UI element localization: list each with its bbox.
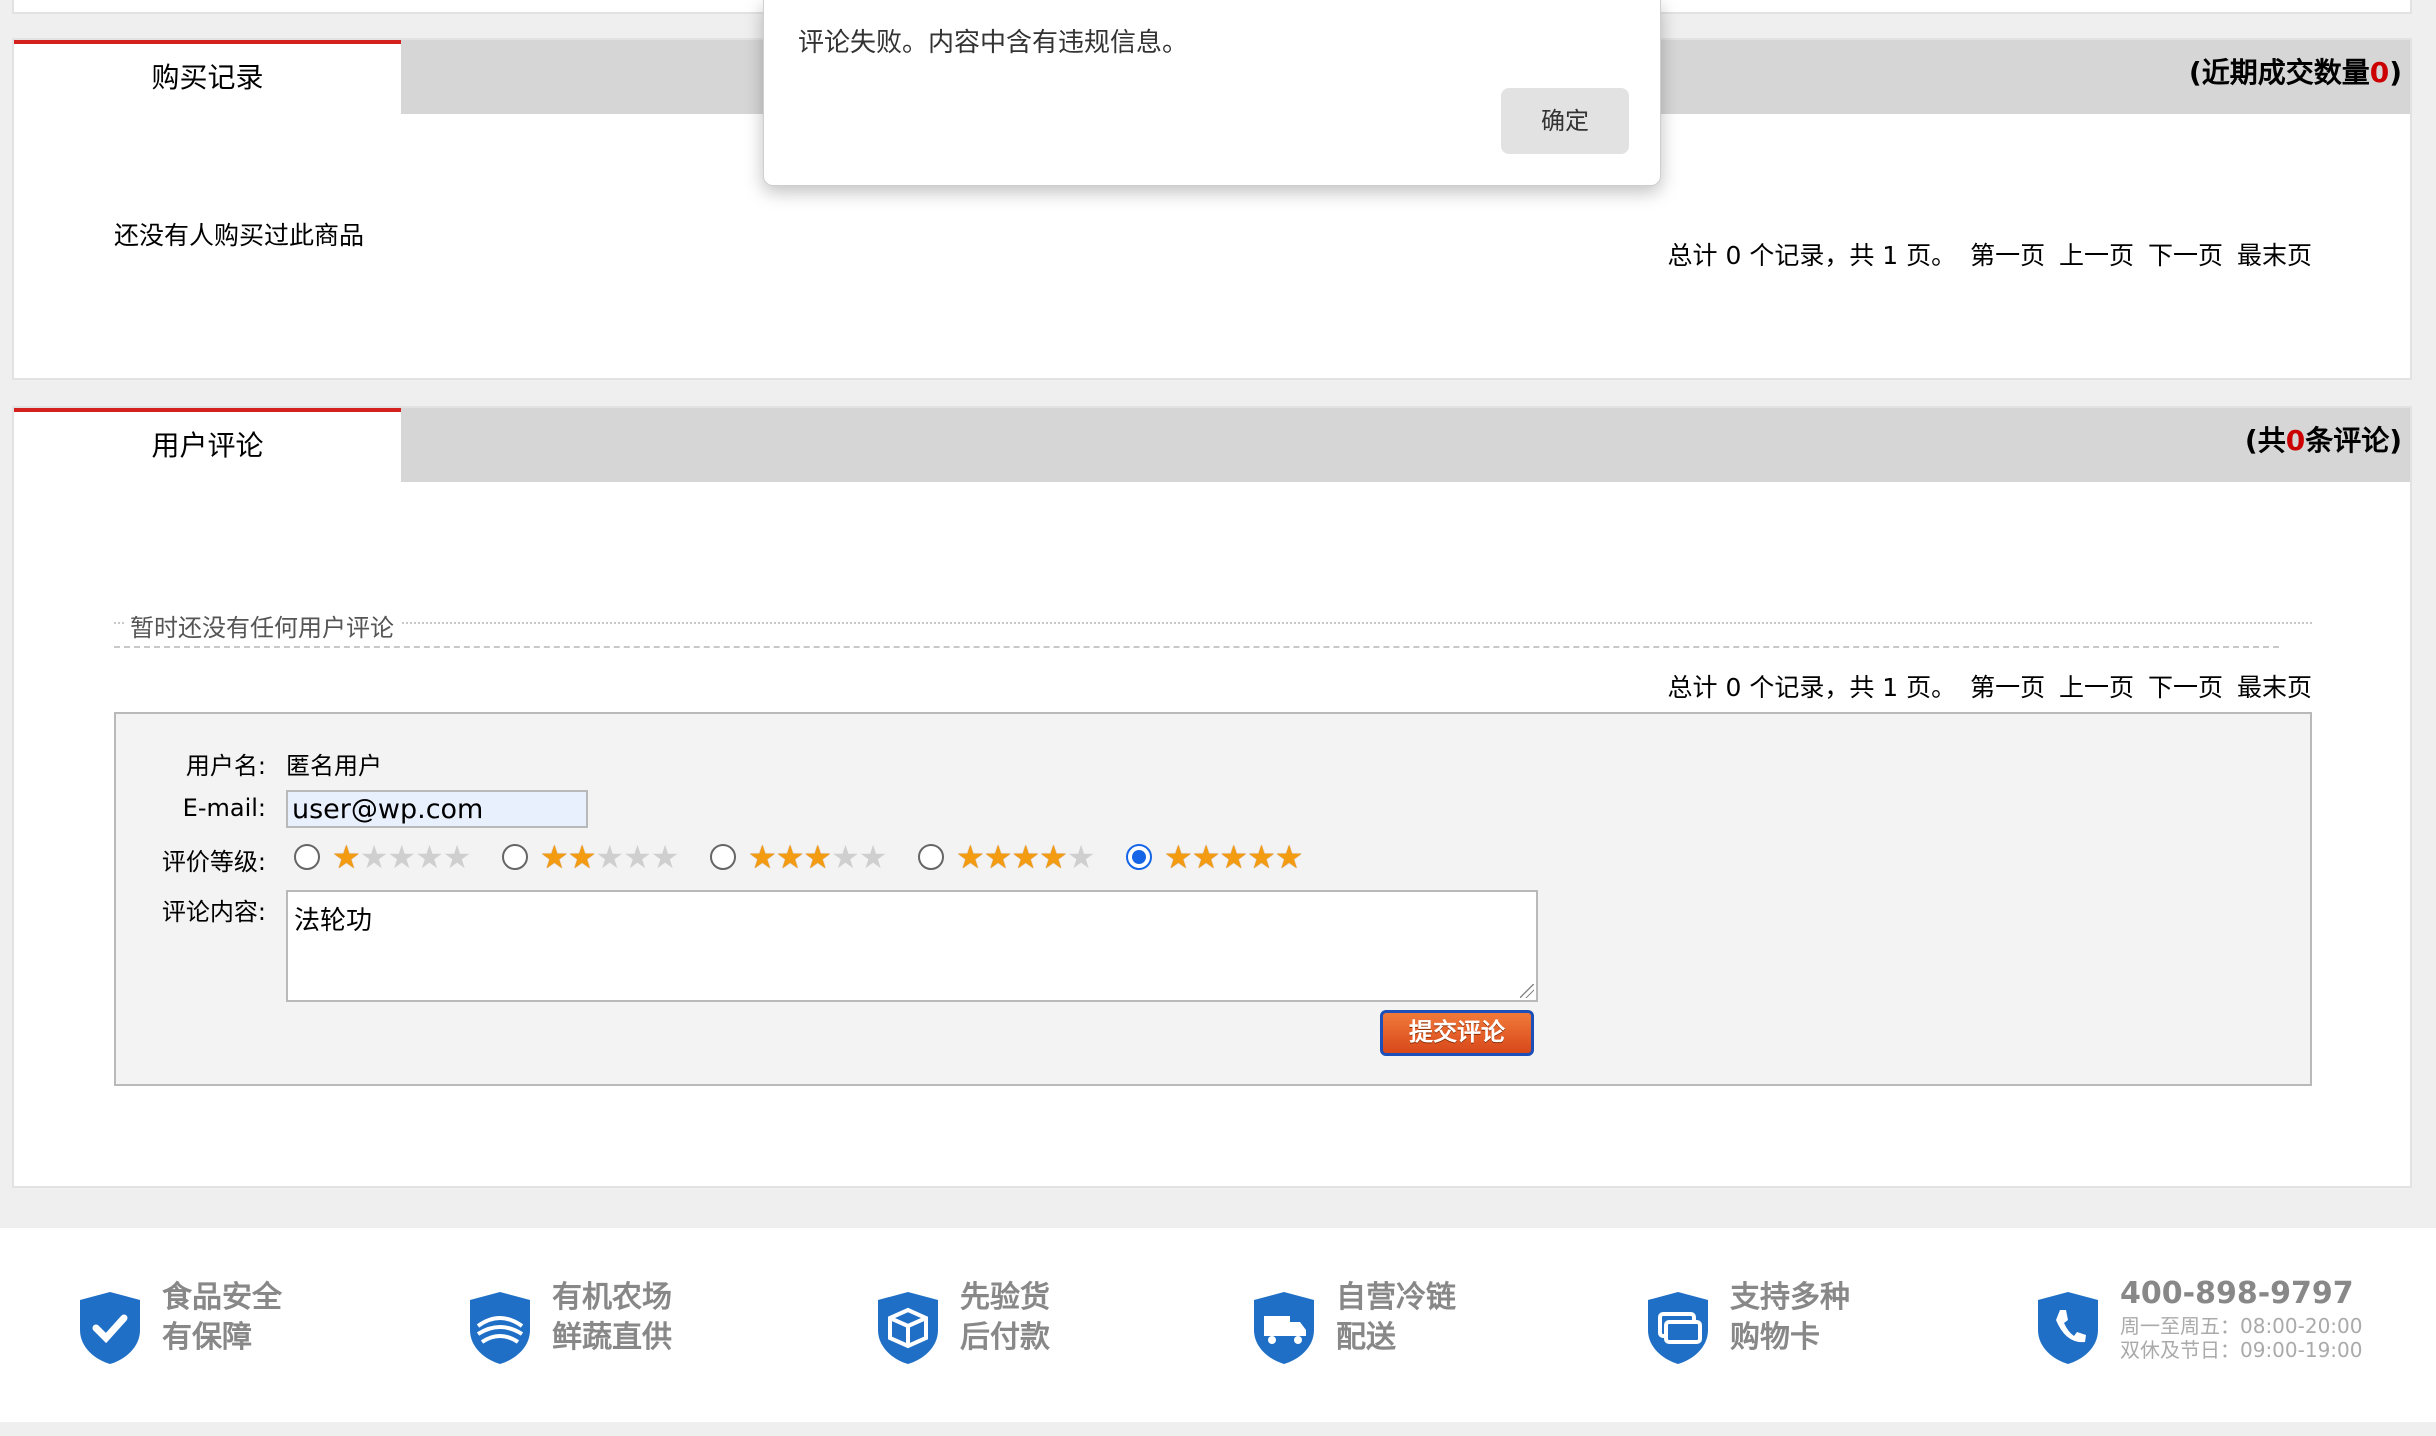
footer-text: 食品安全 有保障: [162, 1278, 282, 1358]
footer-line1: 有机农场: [552, 1280, 672, 1315]
recent-sales-count: (近期成交数量0): [2189, 40, 2402, 114]
stars-4-icon: ★★★★★: [956, 838, 1095, 876]
tab-purchase-record[interactable]: 购买记录: [14, 40, 401, 114]
footer-text: 自营冷链 配送: [1336, 1278, 1456, 1358]
footer-text: 有机农场 鲜蔬直供: [552, 1278, 672, 1358]
comment-form: 用户名: 匿名用户 E-mail: 评价等级: ★★★★★ ★★★★★ ★★★★…: [114, 712, 2312, 1086]
stars-3-icon: ★★★★★: [748, 838, 887, 876]
pager-summary: 总计 0 个记录，共 1 页。: [1667, 673, 1957, 702]
hours-weekday: 周一至周五：08:00-20:00: [2120, 1314, 2363, 1338]
rating-radio-1[interactable]: [294, 844, 320, 870]
no-reviews-text: 暂时还没有任何用户评论: [124, 608, 400, 643]
divider: [114, 646, 2279, 648]
email-label: E-mail:: [182, 794, 266, 822]
pager-first-link[interactable]: 第一页: [1970, 241, 2045, 270]
content-label: 评论内容:: [161, 898, 266, 926]
pager-prev-link[interactable]: 上一页: [2059, 673, 2134, 702]
resize-handle[interactable]: [1520, 984, 1534, 998]
stars-5-icon: ★★★★★: [1164, 838, 1303, 876]
pager-summary: 总计 0 个记录，共 1 页。: [1667, 241, 1957, 270]
ok-button[interactable]: 确定: [1501, 88, 1629, 154]
farm-shield-icon: [470, 1292, 530, 1364]
pager-last-link[interactable]: 最末页: [2237, 241, 2312, 270]
rating-label: 评价等级:: [161, 848, 266, 876]
comment-textarea[interactable]: 法轮功: [286, 890, 1538, 1002]
pager-next-link[interactable]: 下一页: [2148, 241, 2223, 270]
summary-prefix: (近期成交数量: [2188, 56, 2370, 89]
pager-purchase: 总计 0 个记录，共 1 页。 第一页 上一页 下一页 最末页: [1662, 236, 2312, 272]
summary-suffix: ): [2389, 56, 2402, 89]
rating-radio-5[interactable]: [1126, 844, 1152, 870]
submit-comment-button[interactable]: 提交评论: [1380, 1010, 1534, 1056]
truck-shield-icon: [1254, 1292, 1314, 1364]
tab-user-review[interactable]: 用户评论: [14, 408, 401, 482]
username-label: 用户名:: [185, 752, 266, 780]
tab-label: 用户评论: [151, 429, 264, 462]
hotline-number: 400-898-9797: [2120, 1276, 2354, 1311]
footer-line2: 有保障: [162, 1320, 252, 1355]
rating-radio-2[interactable]: [502, 844, 528, 870]
stars-1-icon: ★★★★★: [332, 838, 471, 876]
hours-weekend: 双休及节日：09:00-19:00: [2120, 1338, 2363, 1362]
footer-line1: 支持多种: [1730, 1280, 1850, 1315]
email-field[interactable]: [286, 790, 588, 828]
service-footer: 食品安全 有保障 有机农场 鲜蔬直供 先验货 后付款 自营冷链 配送 支持多种 …: [0, 1228, 2436, 1422]
summary-suffix: 条评论): [2305, 424, 2402, 457]
pager-reviews: 总计 0 个记录，共 1 页。 第一页 上一页 下一页 最末页: [1662, 668, 2312, 704]
divider: [114, 622, 2312, 624]
footer-text: 支持多种 购物卡: [1730, 1278, 1850, 1358]
stars-2-icon: ★★★★★: [540, 838, 679, 876]
alert-dialog: 评论失败。内容中含有违规信息。 确定: [763, 0, 1661, 186]
phone-shield-icon: [2038, 1292, 2098, 1364]
review-count-value: 0: [2285, 424, 2306, 457]
box-shield-icon: [878, 1292, 938, 1364]
check-shield-icon: [80, 1292, 140, 1364]
pager-prev-link[interactable]: 上一页: [2059, 241, 2134, 270]
comment-text: 法轮功: [294, 906, 373, 936]
tab-label: 购买记录: [151, 61, 264, 94]
no-purchase-text: 还没有人购买过此商品: [114, 221, 365, 250]
summary-prefix: (共: [2244, 424, 2286, 457]
footer-line2: 后付款: [960, 1320, 1050, 1355]
panel-header: 用户评论 (共0条评论): [14, 408, 2410, 482]
card-shield-icon: [1648, 1292, 1708, 1364]
pager-last-link[interactable]: 最末页: [2237, 673, 2312, 702]
alert-message: 评论失败。内容中含有违规信息。: [798, 28, 1189, 58]
footer-line1: 食品安全: [162, 1280, 282, 1315]
username-value: 匿名用户: [286, 752, 382, 780]
footer-line2: 配送: [1336, 1320, 1396, 1355]
footer-text: 400-898-9797 周一至周五：08:00-20:00 双休及节日：09:…: [2120, 1274, 2363, 1362]
footer-line1: 先验货: [960, 1280, 1050, 1315]
footer-line1: 自营冷链: [1336, 1280, 1456, 1315]
sales-count-value: 0: [2369, 56, 2390, 89]
rating-radio-3[interactable]: [710, 844, 736, 870]
pager-next-link[interactable]: 下一页: [2148, 673, 2223, 702]
footer-line2: 鲜蔬直供: [552, 1320, 672, 1355]
pager-first-link[interactable]: 第一页: [1970, 673, 2045, 702]
footer-text: 先验货 后付款: [960, 1278, 1050, 1358]
review-count: (共0条评论): [2245, 408, 2402, 482]
footer-line2: 购物卡: [1730, 1320, 1820, 1355]
rating-radio-4[interactable]: [918, 844, 944, 870]
